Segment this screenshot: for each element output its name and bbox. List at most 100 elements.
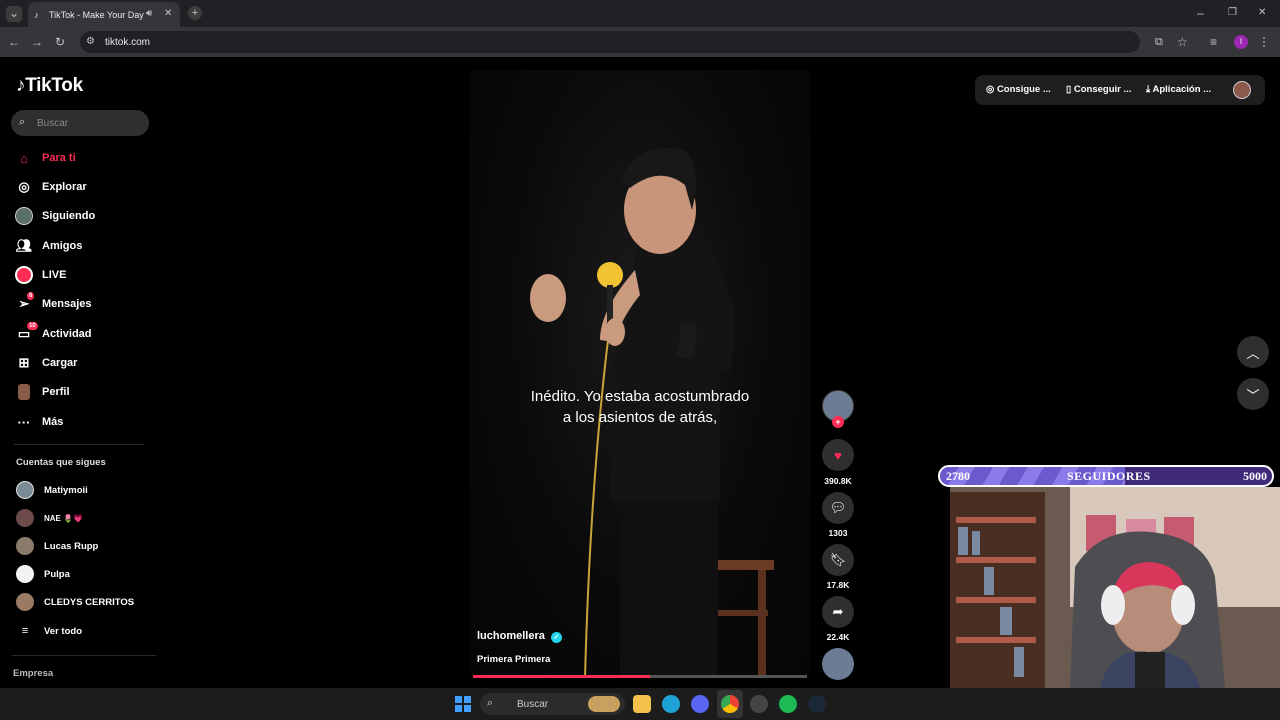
account-item[interactable]: Lucas Rupp (16, 536, 98, 556)
profile-icon (15, 383, 33, 401)
download-app-button[interactable]: ⤓ Aplicación ... (1146, 84, 1211, 95)
nav-explorar[interactable]: ◎ Explorar (15, 176, 87, 198)
windows-start-icon[interactable] (455, 696, 471, 712)
nav-label: Perfil (42, 386, 70, 398)
tiktok-logo[interactable]: ♪TikTok (16, 75, 83, 97)
window-close-icon[interactable]: ✕ (1258, 6, 1266, 20)
tab-title: TikTok - Make Your Day (49, 9, 144, 20)
following-title: Cuentas que sigues (16, 457, 106, 468)
see-all-label: Ver todo (44, 625, 83, 637)
address-bar[interactable]: ⚙ tiktok.com (80, 31, 1140, 53)
compass-icon: ◎ (18, 179, 30, 194)
account-item[interactable]: NAE 🌷💗 (16, 508, 83, 528)
like-button[interactable]: ♥ (822, 439, 854, 471)
follow-plus-icon[interactable]: + (832, 416, 844, 428)
video-frame (530, 148, 774, 678)
avatar (16, 565, 34, 583)
followers-label: SEGUIDORES (1067, 469, 1151, 483)
account-item[interactable]: Pulpa (16, 564, 70, 584)
like-count: 390.8K (824, 476, 852, 486)
taskbar-search[interactable]: ⌕ Buscar (480, 693, 625, 715)
steam-icon[interactable] (808, 695, 826, 713)
avatar (16, 481, 34, 499)
nav-actividad[interactable]: ▭ 10 Actividad (15, 322, 92, 345)
messages-badge: 6 (27, 292, 35, 300)
avatar (16, 593, 34, 611)
reload-icon[interactable]: ↻ (55, 35, 65, 49)
verified-icon: ✓ (550, 632, 562, 643)
nav-label: Explorar (42, 181, 87, 193)
following-avatar-icon (15, 207, 33, 225)
file-explorer-icon[interactable] (633, 695, 651, 713)
video-author[interactable]: luchomellera ✓ (477, 630, 562, 643)
back-icon[interactable]: ← (8, 35, 20, 49)
comment-count: 1303 (828, 528, 848, 538)
nav-para-ti[interactable]: ⌂ Para ti (15, 147, 76, 169)
install-app-icon[interactable]: ⧉ (1155, 35, 1163, 49)
maximize-icon[interactable]: ❐ (1228, 6, 1237, 20)
nav-mas[interactable]: ··· Más (15, 411, 64, 433)
nav-label: Mensajes (42, 298, 92, 310)
nav-mensajes[interactable]: ➢ 6 Mensajes (15, 292, 92, 315)
author-name: luchomellera (477, 630, 545, 642)
bookmark-star-icon[interactable]: ☆ (1177, 35, 1188, 49)
get-app-button[interactable]: ▯ Conseguir ... (1066, 84, 1131, 95)
media-controls-icon[interactable]: ≡ (1210, 35, 1217, 49)
nav-amigos[interactable]: 👥︎ Amigos (15, 235, 83, 257)
edge-icon[interactable] (662, 695, 680, 713)
obs-icon[interactable] (750, 695, 768, 713)
account-name: Pulpa (44, 568, 70, 580)
video-description[interactable]: Primera Primera (477, 654, 550, 665)
divider (14, 444, 144, 445)
comment-button[interactable]: 💬︎ (822, 492, 854, 524)
webcam-frame (950, 487, 1280, 688)
tab-audio-icon[interactable]: 🔊︎ (146, 7, 152, 21)
new-tab-icon[interactable]: + (188, 6, 202, 20)
nav-cargar[interactable]: ⊞ Cargar (15, 352, 78, 374)
nav-perfil[interactable]: Perfil (15, 381, 70, 403)
live-icon (15, 266, 33, 284)
forward-icon[interactable]: → (31, 35, 43, 49)
discord-icon[interactable] (691, 695, 709, 713)
nav-live[interactable]: LIVE (15, 264, 66, 286)
taskbar-search-placeholder: Buscar (517, 698, 549, 710)
messages-icon: ➢ 6 (18, 292, 35, 311)
account-name: CLEDYS CERRITOS (44, 596, 135, 608)
share-button[interactable]: ➦ (822, 596, 854, 628)
chrome-icon[interactable] (721, 695, 739, 713)
search-placeholder: Buscar (37, 117, 69, 129)
see-all-link[interactable]: ≡ Ver todo (16, 621, 82, 641)
next-video-button[interactable]: ﹀ (1237, 378, 1269, 410)
spotify-icon[interactable] (779, 695, 797, 713)
video-player[interactable] (470, 70, 810, 678)
get-coins-button[interactable]: ◎ Consigue ... (986, 84, 1051, 95)
coin-icon: ◎ (986, 84, 997, 95)
browser-menu-icon[interactable]: ⋮ (1258, 35, 1270, 49)
browser-tab[interactable]: ♪ TikTok - Make Your Day 🔊︎ ✕ (28, 2, 180, 27)
tab-search-icon[interactable]: ⌄ (6, 6, 22, 22)
activity-badge: 10 (27, 322, 38, 330)
footer-link[interactable]: Empresa (13, 668, 53, 679)
tab-close-icon[interactable]: ✕ (164, 7, 172, 21)
divider (12, 655, 156, 656)
heart-icon: ♥ (834, 447, 842, 463)
search-icon: ⌕ (487, 697, 494, 709)
account-item[interactable]: CLEDYS CERRITOS (16, 592, 134, 612)
search-input[interactable]: ⌕ Buscar (11, 110, 149, 136)
nav-label: Siguiendo (42, 210, 96, 222)
previous-video-button[interactable]: ︿ (1237, 336, 1269, 368)
minimize-icon[interactable]: – (1197, 6, 1204, 20)
save-button[interactable]: 🔖︎ (822, 544, 854, 576)
music-disc-icon[interactable] (822, 648, 854, 680)
activity-icon: ▭ 10 (17, 322, 38, 341)
video-progress-fill (473, 675, 650, 678)
profile-avatar[interactable]: I (1234, 35, 1248, 49)
webcam-overlay (950, 487, 1280, 688)
user-avatar[interactable] (1233, 81, 1251, 99)
nav-siguiendo[interactable]: Siguiendo (15, 205, 95, 227)
followers-current: 2780 (946, 469, 970, 483)
site-info-icon[interactable]: ⚙ (86, 35, 95, 49)
account-item[interactable]: Matiymoii (16, 480, 88, 500)
list-icon: ≡ (21, 625, 29, 637)
chevron-up-icon: ︿ (1246, 345, 1260, 361)
